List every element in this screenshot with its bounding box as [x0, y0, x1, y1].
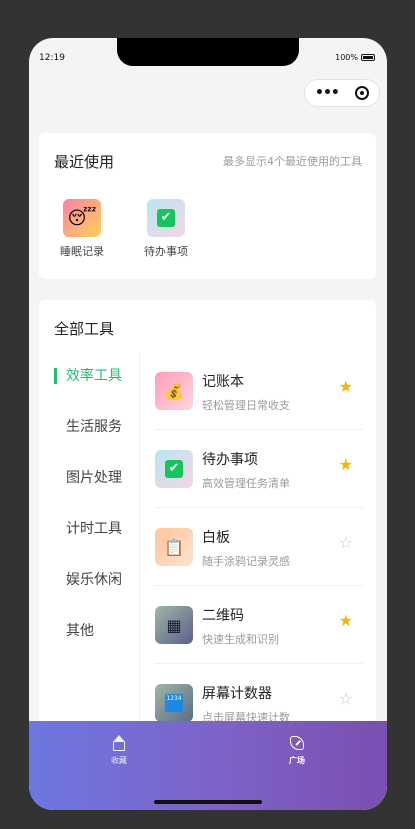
- category-image[interactable]: 图片处理: [54, 468, 139, 519]
- recent-note: 最多显示4个最近使用的工具: [223, 155, 362, 168]
- star-icon[interactable]: ★: [339, 379, 353, 395]
- tool-name: 待办事项: [202, 452, 258, 468]
- counter-icon: 1234: [155, 684, 193, 722]
- tab-label: 广场: [289, 756, 305, 765]
- tool-desc: 高效管理任务清单: [202, 477, 290, 490]
- home-icon: [111, 735, 127, 751]
- category-efficiency[interactable]: 效率工具: [54, 366, 139, 417]
- tool-desc: 轻松管理日常收支: [202, 399, 290, 412]
- star-icon[interactable]: ★: [339, 613, 353, 629]
- checkbox-icon: ✔: [147, 199, 185, 237]
- leaf-icon: [289, 735, 305, 751]
- category-other[interactable]: 其他: [54, 621, 139, 672]
- tool-item-accounting[interactable]: 💰 记账本 轻松管理日常收支 ★: [155, 352, 363, 430]
- tab-square[interactable]: 广场: [267, 735, 327, 766]
- sleep-face-icon: 😴: [63, 199, 101, 237]
- status-battery: 100%: [335, 53, 375, 62]
- notch: [117, 38, 299, 66]
- battery-icon: [361, 54, 375, 61]
- status-time: 12:19: [39, 53, 65, 63]
- tool-item-todo[interactable]: ✔ 待办事项 高效管理任务清单 ★: [155, 430, 363, 508]
- money-bag-icon: 💰: [155, 372, 193, 410]
- tool-name: 屏幕计数器: [202, 686, 272, 702]
- star-outline-icon[interactable]: ☆: [339, 535, 353, 551]
- star-outline-icon[interactable]: ☆: [339, 691, 353, 707]
- all-tools-title: 全部工具: [54, 320, 115, 338]
- tool-desc: 随手涂鸦记录灵感: [202, 555, 290, 568]
- recent-card: 最近使用 最多显示4个最近使用的工具 😴 睡眠记录 ✔ 待办事项: [39, 133, 376, 279]
- tool-item-qrcode[interactable]: ▦ 二维码 快速生成和识别 ★: [155, 586, 363, 664]
- battery-percent: 100%: [335, 53, 358, 62]
- recent-item-label: 待办事项: [144, 245, 188, 258]
- tool-desc: 快速生成和识别: [202, 633, 279, 646]
- qr-code-icon: ▦: [155, 606, 193, 644]
- tool-name: 记账本: [202, 374, 244, 390]
- category-timer[interactable]: 计时工具: [54, 519, 139, 570]
- tool-name: 白板: [202, 530, 230, 546]
- miniprogram-capsule: •••: [304, 79, 380, 107]
- star-icon[interactable]: ★: [339, 457, 353, 473]
- tab-label: 收藏: [111, 756, 127, 765]
- home-indicator: [154, 800, 262, 804]
- category-life[interactable]: 生活服务: [54, 417, 139, 468]
- tab-favorites[interactable]: 收藏: [89, 735, 149, 766]
- recent-item-todo[interactable]: ✔ 待办事项: [136, 199, 196, 259]
- clipboard-icon: 📋: [155, 528, 193, 566]
- checkbox-icon: ✔: [155, 450, 193, 488]
- more-dots-icon[interactable]: •••: [315, 86, 340, 100]
- target-circle-icon[interactable]: [355, 86, 369, 100]
- phone-frame: 12:19 100% ••• 最近使用 最多显示4个最近使用的工具 😴 睡眠记录…: [29, 38, 387, 810]
- category-list: 效率工具 生活服务 图片处理 计时工具 娱乐休闲 其他: [54, 366, 139, 672]
- tool-list: 💰 记账本 轻松管理日常收支 ★ ✔ 待办事项 高效管理任务清单 ★ 📋 白板 …: [155, 352, 363, 742]
- tab-bar: 收藏 广场: [29, 721, 387, 810]
- tool-name: 二维码: [202, 608, 244, 624]
- recent-item-sleep[interactable]: 😴 睡眠记录: [52, 199, 112, 259]
- recent-title: 最近使用: [54, 153, 115, 171]
- category-entertainment[interactable]: 娱乐休闲: [54, 570, 139, 621]
- tool-item-whiteboard[interactable]: 📋 白板 随手涂鸦记录灵感 ☆: [155, 508, 363, 586]
- recent-item-label: 睡眠记录: [60, 245, 104, 258]
